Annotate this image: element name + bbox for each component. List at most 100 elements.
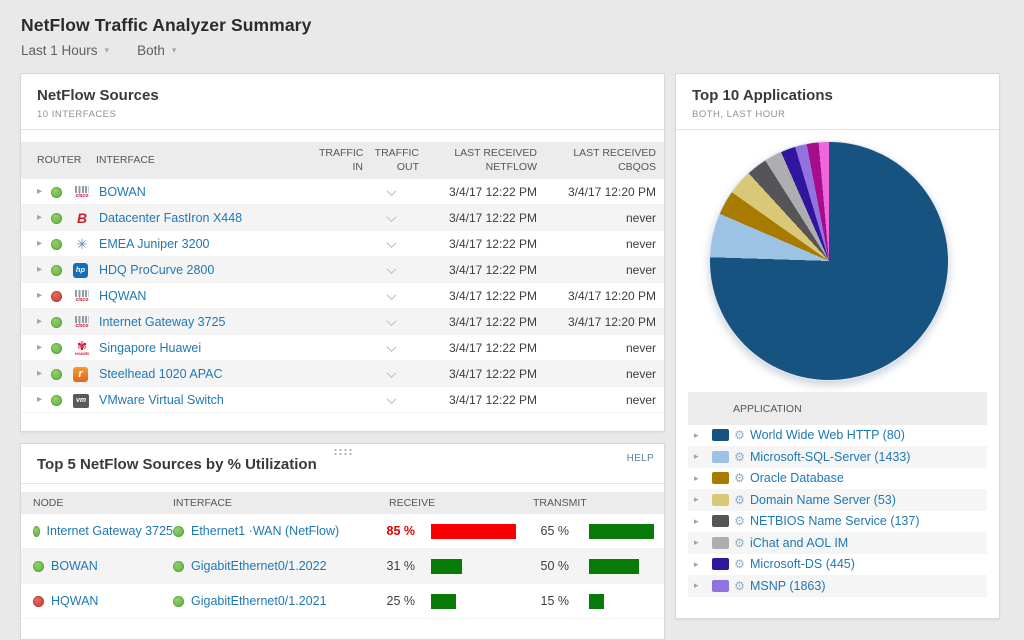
- expand-chevron-icon[interactable]: ▸: [694, 516, 706, 527]
- last-received-netflow: 3/4/17 12:22 PM: [419, 289, 537, 303]
- status-icon: [51, 213, 62, 224]
- interface-link[interactable]: GigabitEthernet0/1.2021: [191, 594, 327, 608]
- time-range-dropdown[interactable]: Last 1 Hours ▾: [21, 43, 109, 58]
- top5-utilization-panel: HELP Top 5 NetFlow Sources by % Utilizat…: [20, 443, 665, 640]
- legend-swatch: [712, 558, 729, 570]
- last-received-netflow: 3/4/17 12:22 PM: [419, 315, 537, 329]
- transmit-percent: 15 %: [525, 594, 569, 608]
- list-item: ▸ ⚙ Microsoft-DS (445): [688, 554, 987, 576]
- application-link[interactable]: Domain Name Server (53): [750, 493, 896, 507]
- expand-chevron-icon[interactable]: ▸: [37, 394, 51, 405]
- node-link[interactable]: Internet Gateway 3725: [47, 524, 173, 538]
- legend-swatch: [712, 494, 729, 506]
- expand-chevron-icon[interactable]: ▸: [37, 238, 51, 249]
- last-received-netflow: 3/4/17 12:22 PM: [419, 237, 537, 251]
- expand-chevron-icon[interactable]: ▸: [37, 342, 51, 353]
- collapse-chevron-icon[interactable]: [386, 342, 396, 352]
- panel-subtitle: 10 INTERFACES: [37, 109, 648, 120]
- application-gear-icon: ⚙: [733, 536, 746, 550]
- application-link[interactable]: Microsoft-DS (445): [750, 557, 855, 571]
- netflow-sources-table: ROUTER INTERFACE TRAFFIC IN TRAFFIC OUT …: [21, 142, 664, 413]
- collapse-chevron-icon[interactable]: [386, 290, 396, 300]
- col-transmit: TRANSMIT: [525, 497, 664, 509]
- application-link[interactable]: Microsoft-SQL-Server (1433): [750, 450, 910, 464]
- last-received-netflow: 3/4/17 12:22 PM: [419, 341, 537, 355]
- table-row: ▸ Steelhead 1020 APAC 3/4/17 12:22 PM ne…: [21, 361, 664, 387]
- list-item: ▸ ⚙ iChat and AOL IM: [688, 533, 987, 555]
- status-icon: [51, 265, 62, 276]
- status-icon: [173, 596, 184, 607]
- list-item: ▸ ⚙ World Wide Web HTTP (80): [688, 425, 987, 447]
- application-link[interactable]: MSNP (1863): [750, 579, 826, 593]
- transmit-percent: 50 %: [525, 559, 569, 573]
- collapse-chevron-icon[interactable]: [386, 264, 396, 274]
- application-link[interactable]: Oracle Database: [750, 471, 844, 485]
- list-item: ▸ ⚙ Microsoft-SQL-Server (1433): [688, 447, 987, 469]
- collapse-chevron-icon[interactable]: [386, 316, 396, 326]
- applications-pie-chart[interactable]: [709, 141, 949, 381]
- expand-chevron-icon[interactable]: ▸: [694, 580, 706, 591]
- table-row: ▸ BOWAN 3/4/17 12:22 PM 3/4/17 12:20 PM: [21, 179, 664, 205]
- interface-link[interactable]: Ethernet1 ·WAN (NetFlow): [191, 524, 339, 538]
- expand-chevron-icon[interactable]: ▸: [694, 537, 706, 548]
- router-link[interactable]: Steelhead 1020 APAC: [99, 367, 319, 381]
- direction-dropdown[interactable]: Both ▾: [137, 43, 176, 58]
- router-link[interactable]: Internet Gateway 3725: [99, 315, 319, 329]
- panel-title: Top 5 NetFlow Sources by % Utilization: [37, 456, 648, 473]
- page-title: NetFlow Traffic Analyzer Summary: [21, 15, 311, 36]
- application-link[interactable]: NETBIOS Name Service (137): [750, 514, 920, 528]
- router-link[interactable]: Singapore Huawei: [99, 341, 319, 355]
- application-gear-icon: ⚙: [733, 579, 746, 593]
- status-icon: [51, 317, 62, 328]
- node-link[interactable]: HQWAN: [51, 594, 98, 608]
- collapse-chevron-icon[interactable]: [386, 238, 396, 248]
- expand-chevron-icon[interactable]: ▸: [37, 368, 51, 379]
- table-row: ▸ HQWAN 3/4/17 12:22 PM 3/4/17 12:20 PM: [21, 283, 664, 309]
- application-link[interactable]: iChat and AOL IM: [750, 536, 848, 550]
- router-link[interactable]: HDQ ProCurve 2800: [99, 263, 319, 277]
- panel-title: Top 10 Applications: [692, 87, 983, 104]
- interface-link[interactable]: GigabitEthernet0/1.2022: [191, 559, 327, 573]
- last-received-cbqos: never: [537, 341, 656, 355]
- collapse-chevron-icon[interactable]: [386, 368, 396, 378]
- node-link[interactable]: BOWAN: [51, 559, 98, 573]
- status-icon: [33, 526, 40, 537]
- netflow-sources-header: NetFlow Sources 10 INTERFACES: [21, 74, 664, 130]
- expand-chevron-icon[interactable]: ▸: [37, 186, 51, 197]
- router-link[interactable]: EMEA Juniper 3200: [99, 237, 319, 251]
- status-icon: [51, 291, 62, 302]
- cisco-icon: [73, 314, 91, 331]
- expand-chevron-icon[interactable]: ▸: [694, 559, 706, 570]
- status-icon: [51, 369, 62, 380]
- juniper-icon: [73, 235, 91, 252]
- expand-chevron-icon[interactable]: ▸: [694, 451, 706, 462]
- collapse-chevron-icon[interactable]: [386, 186, 396, 196]
- panel-title: NetFlow Sources: [37, 87, 648, 104]
- expand-chevron-icon[interactable]: ▸: [37, 290, 51, 301]
- receive-percent: 25 %: [369, 594, 415, 608]
- expand-chevron-icon[interactable]: ▸: [37, 264, 51, 275]
- table-row: ▸ EMEA Juniper 3200 3/4/17 12:22 PM neve…: [21, 231, 664, 257]
- application-link[interactable]: World Wide Web HTTP (80): [750, 428, 905, 442]
- transmit-utilization-bar: [589, 559, 639, 574]
- status-icon: [173, 561, 184, 572]
- table-row: ▸ Datacenter FastIron X448 3/4/17 12:22 …: [21, 205, 664, 231]
- last-received-netflow: 3/4/17 12:22 PM: [419, 211, 537, 225]
- top5-header: Top 5 NetFlow Sources by % Utilization: [21, 444, 664, 484]
- expand-chevron-icon[interactable]: ▸: [694, 473, 706, 484]
- collapse-chevron-icon[interactable]: [386, 394, 396, 404]
- list-item: ▸ ⚙ NETBIOS Name Service (137): [688, 511, 987, 533]
- router-link[interactable]: HQWAN: [99, 289, 319, 303]
- last-received-cbqos: never: [537, 367, 656, 381]
- table-row: ▸ VMware Virtual Switch 3/4/17 12:22 PM …: [21, 387, 664, 413]
- application-gear-icon: ⚙: [733, 471, 746, 485]
- expand-chevron-icon[interactable]: ▸: [694, 430, 706, 441]
- expand-chevron-icon[interactable]: ▸: [37, 212, 51, 223]
- expand-chevron-icon[interactable]: ▸: [694, 494, 706, 505]
- router-link[interactable]: VMware Virtual Switch: [99, 393, 319, 407]
- router-link[interactable]: Datacenter FastIron X448: [99, 211, 319, 225]
- vmware-icon: [73, 394, 89, 408]
- expand-chevron-icon[interactable]: ▸: [37, 316, 51, 327]
- collapse-chevron-icon[interactable]: [386, 212, 396, 222]
- router-link[interactable]: BOWAN: [99, 185, 319, 199]
